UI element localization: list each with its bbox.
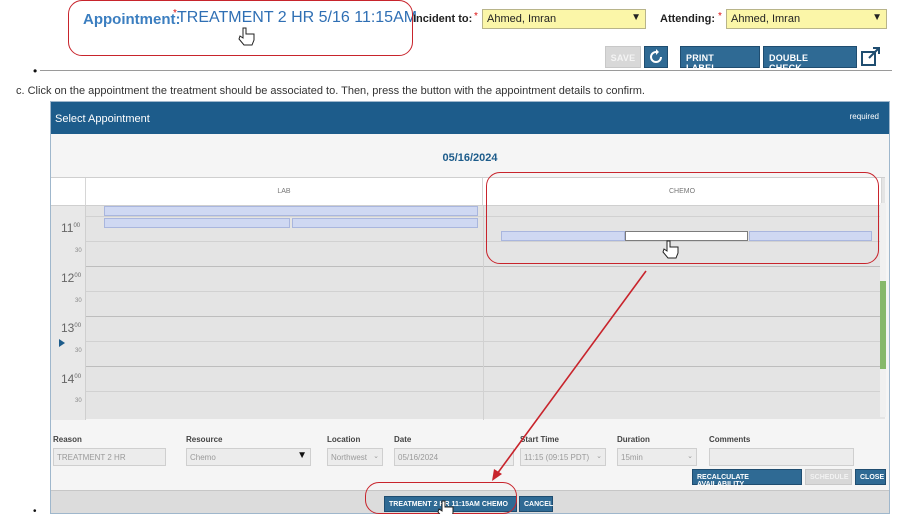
hand-cursor-icon <box>238 27 679 514</box>
list-bullet: • <box>33 506 37 514</box>
